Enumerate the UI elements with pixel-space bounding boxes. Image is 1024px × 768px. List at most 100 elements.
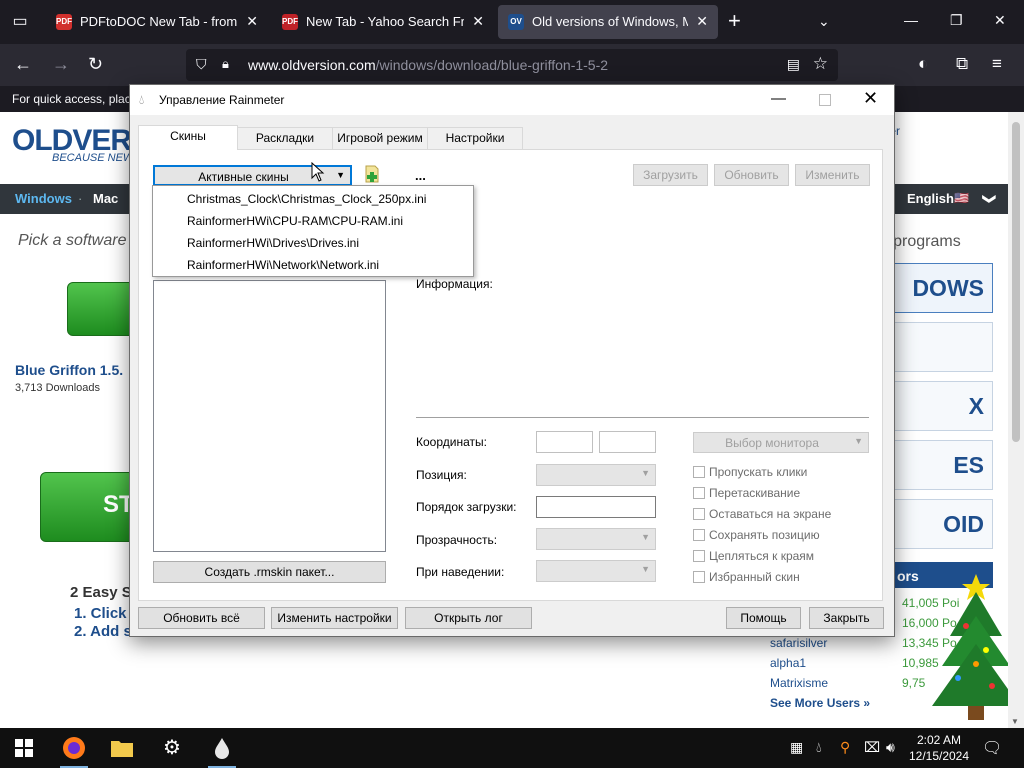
chevron-down-icon[interactable]: ⌄: [818, 13, 830, 30]
firefox-view-icon[interactable]: ▭: [10, 12, 30, 32]
favorite-skin-checkbox[interactable]: Избранный скин: [693, 570, 800, 584]
coord-y-input[interactable]: [599, 431, 656, 453]
minimize-icon[interactable]: —: [904, 12, 918, 28]
tab-settings[interactable]: Настройки: [427, 127, 523, 149]
file-explorer-taskbar-icon[interactable]: [98, 728, 146, 768]
close-icon[interactable]: ✕: [994, 12, 1006, 29]
snap-to-edges-checkbox[interactable]: Цепляться к краям: [693, 549, 814, 563]
bookmark-star-icon[interactable]: ☆: [813, 54, 828, 74]
lock-icon[interactable]: 🔒︎: [222, 56, 229, 72]
save-position-checkbox[interactable]: Сохранять позицию: [693, 528, 820, 542]
load-button[interactable]: Загрузить: [633, 164, 708, 186]
checkbox-box[interactable]: [693, 466, 705, 478]
platform-android[interactable]: OID: [892, 499, 993, 549]
chevron-down-icon[interactable]: ❯: [981, 194, 997, 205]
dropdown-option[interactable]: RainformerHWi\Drives\Drives.ini: [187, 236, 359, 250]
edit-settings-button[interactable]: Изменить настройки: [271, 607, 398, 629]
tab-game-mode[interactable]: Игровой режим: [332, 127, 428, 149]
close-icon[interactable]: ✕: [863, 88, 878, 109]
new-tab-icon[interactable]: +: [728, 10, 741, 32]
tab-oldversion[interactable]: OV Old versions of Windows, Mac ✕: [498, 5, 718, 39]
dropdown-option[interactable]: RainformerHWi\Network\Network.ini: [187, 258, 379, 272]
dropdown-option[interactable]: Christmas_Clock\Christmas_Clock_250px.in…: [187, 192, 426, 206]
scrollbar-thumb[interactable]: [1012, 122, 1020, 442]
add-skin-icon[interactable]: [364, 165, 380, 183]
position-select[interactable]: ▼: [536, 464, 656, 486]
see-more-users-link[interactable]: See More Users »: [770, 696, 870, 710]
shield-icon[interactable]: ⛉: [196, 56, 207, 73]
page-scrollbar[interactable]: ▼: [1008, 112, 1024, 728]
dropdown-option[interactable]: RainformerHWi\CPU-RAM\CPU-RAM.ini: [187, 214, 403, 228]
network-share-icon[interactable]: ▦: [790, 739, 803, 756]
keep-on-screen-checkbox[interactable]: Оставаться на экране: [693, 507, 831, 521]
system-clock[interactable]: 2:02 AM 12/15/2024: [904, 732, 974, 764]
tab-close-icon[interactable]: ✕: [246, 13, 258, 30]
close-button[interactable]: Закрыть: [809, 607, 884, 629]
settings-taskbar-icon[interactable]: ⚙: [148, 728, 196, 768]
forward-icon[interactable]: →: [52, 54, 70, 74]
dialog-titlebar[interactable]: 💧︎ Управление Rainmeter — ✕: [130, 85, 894, 115]
platform-linux[interactable]: X: [892, 381, 993, 431]
notifications-icon[interactable]: 🗨︎: [982, 738, 1002, 758]
user-name-link[interactable]: alpha1: [770, 656, 806, 670]
checkbox-box[interactable]: [693, 571, 705, 583]
monitor-select[interactable]: Выбор монитора ▼: [693, 432, 869, 453]
on-hover-select[interactable]: ▼: [536, 560, 656, 582]
nav-windows[interactable]: Windows: [15, 191, 72, 206]
vpn-icon[interactable]: ◐: [918, 54, 928, 74]
load-order-label: Порядок загрузки:: [416, 500, 517, 514]
skin-tree-list[interactable]: [153, 280, 386, 552]
create-rmskin-button[interactable]: Создать .rmskin пакет...: [153, 561, 386, 583]
app-title[interactable]: Blue Griffon 1.5.: [15, 362, 123, 378]
extensions-icon[interactable]: ⧉: [956, 54, 968, 74]
url-text[interactable]: www.oldversion.com/windows/download/blue…: [248, 57, 608, 73]
checkbox-box[interactable]: [693, 529, 705, 541]
volume-icon[interactable]: 🔊︎: [886, 739, 895, 756]
reader-view-icon[interactable]: ▤: [787, 56, 800, 73]
tab-close-icon[interactable]: ✕: [696, 13, 708, 30]
combo-value: Активные скины: [198, 170, 289, 184]
user-name-link[interactable]: Matrixisme: [770, 676, 828, 690]
tab-pdftodoc[interactable]: PDF PDFtoDOC New Tab - frompdft ✕: [46, 5, 268, 39]
rainmeter-taskbar-icon[interactable]: [198, 728, 246, 768]
click-through-checkbox[interactable]: Пропускать клики: [693, 465, 807, 479]
load-order-input[interactable]: [536, 496, 656, 518]
download-button[interactable]: [67, 282, 137, 336]
platform-mac[interactable]: [892, 322, 993, 372]
open-log-button[interactable]: Открыть лог: [405, 607, 532, 629]
more-options-button[interactable]: ...: [415, 168, 426, 183]
checkbox-box[interactable]: [693, 508, 705, 520]
scroll-down-icon[interactable]: ▼: [1011, 717, 1019, 726]
firefox-taskbar-icon[interactable]: [50, 728, 98, 768]
start-download-button[interactable]: ST: [40, 472, 140, 542]
edit-button[interactable]: Изменить: [795, 164, 870, 186]
nav-mac[interactable]: Mac: [93, 191, 118, 206]
refresh-all-button[interactable]: Обновить всё: [138, 607, 265, 629]
coord-x-input[interactable]: [536, 431, 593, 453]
back-icon[interactable]: ←: [14, 54, 32, 74]
start-windows-icon[interactable]: [0, 728, 48, 768]
tab-close-icon[interactable]: ✕: [472, 13, 484, 30]
christmas-tree-icon[interactable]: [920, 566, 1008, 726]
checkbox-box[interactable]: [693, 487, 705, 499]
help-button[interactable]: Помощь: [726, 607, 801, 629]
reload-icon[interactable]: ↻: [88, 54, 103, 74]
refresh-button[interactable]: Обновить: [714, 164, 789, 186]
url-bar[interactable]: ⛉ 🔒︎ www.oldversion.com/windows/download…: [186, 49, 838, 81]
search-tray-icon[interactable]: ⚲: [840, 739, 850, 756]
tab-yahoo[interactable]: PDF New Tab - Yahoo Search From ✕: [272, 5, 494, 39]
tab-skins[interactable]: Скины: [138, 125, 238, 150]
transparency-select[interactable]: ▼: [536, 528, 656, 550]
restore-icon[interactable]: ❐: [950, 12, 963, 29]
minimize-icon[interactable]: —: [771, 90, 786, 107]
platform-games[interactable]: ES: [892, 440, 993, 490]
tab-layouts[interactable]: Раскладки: [237, 127, 333, 149]
menu-icon[interactable]: ≡: [992, 54, 1002, 74]
draggable-checkbox[interactable]: Перетаскивание: [693, 486, 800, 500]
rainmeter-tray-icon[interactable]: 💧︎: [816, 739, 822, 756]
user-name-link[interactable]: safarisilver: [770, 636, 827, 650]
platform-windows[interactable]: DOWS: [892, 263, 993, 313]
language-select[interactable]: English: [907, 191, 954, 206]
checkbox-box[interactable]: [693, 550, 705, 562]
network-icon[interactable]: ⌧: [864, 739, 880, 756]
